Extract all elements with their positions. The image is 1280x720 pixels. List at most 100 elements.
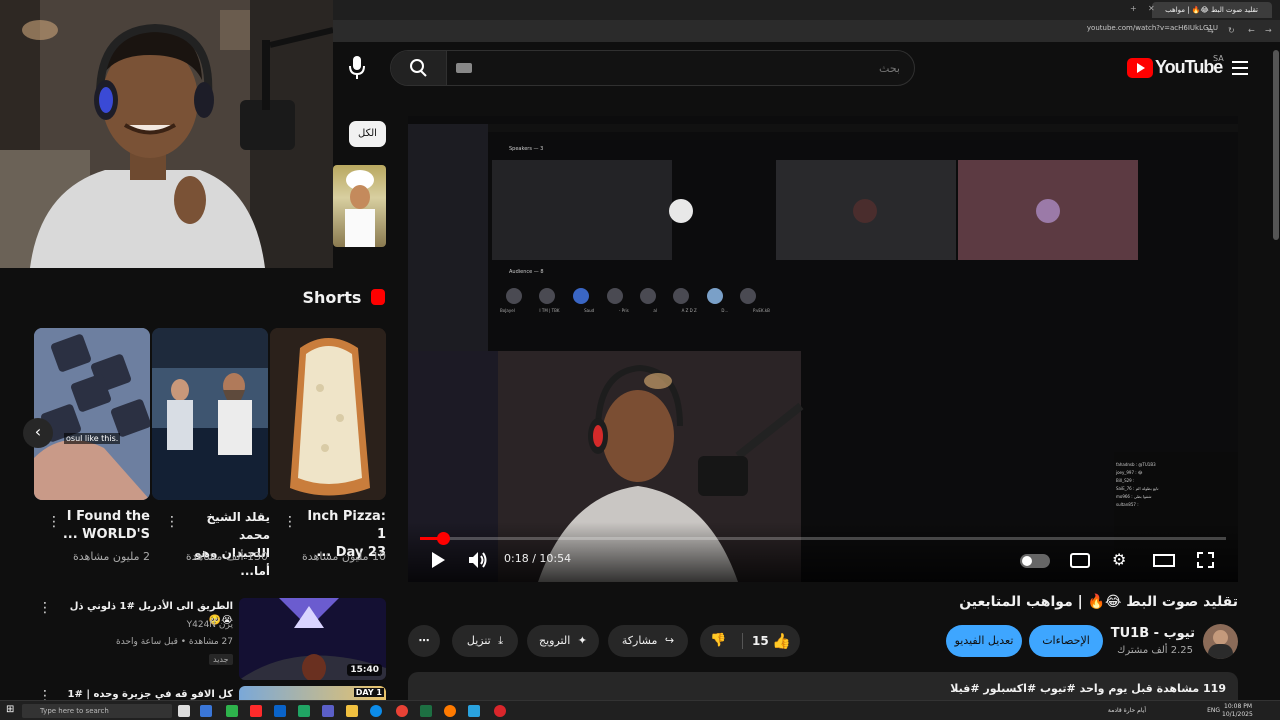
shorts-prev-button[interactable]: ‹ [23, 418, 53, 448]
channel-name[interactable]: تيوب - TU1B [1100, 626, 1195, 641]
sheets-icon[interactable] [298, 705, 310, 717]
recommendation-thumbnail[interactable] [333, 165, 386, 247]
short-views: 2 مليون مشاهدة [72, 550, 150, 563]
promote-button[interactable]: الترويج ✦ [527, 625, 599, 657]
weather-text[interactable]: أيام حارة قادمة [1096, 707, 1146, 715]
clock-date[interactable]: 10/1/2025 [1222, 711, 1253, 719]
audience-name: Saud [584, 308, 595, 313]
new-tab-icon[interactable]: + [1130, 4, 1137, 13]
copilot-icon[interactable] [200, 705, 212, 717]
share-button[interactable]: مشاركة ↪ [608, 625, 688, 657]
chrome-icon[interactable] [396, 705, 408, 717]
voice-search-icon[interactable] [345, 52, 369, 82]
task-view-icon[interactable] [178, 705, 190, 717]
youtube-logo-icon[interactable] [1127, 58, 1153, 78]
theater-mode-icon[interactable] [1153, 554, 1175, 567]
stats-button[interactable]: الإحصاءات [1029, 625, 1103, 657]
thumbs-down-icon[interactable]: 👎 [710, 625, 726, 657]
app-icon[interactable] [444, 705, 456, 717]
taskbar-search[interactable]: Type here to search [22, 704, 172, 718]
hamburger-menu-icon[interactable] [1232, 61, 1248, 75]
autoplay-toggle[interactable] [1020, 554, 1050, 568]
subscriber-count: 2.25 ألف مشترك [1117, 645, 1193, 656]
stream-chat: fahadnsb : @TU1B3 joey_997 : 😂 Bill_S29 … [1116, 461, 1236, 509]
excel-icon[interactable] [420, 705, 432, 717]
audience-label: Audience — 8 [509, 269, 544, 275]
volume-icon[interactable] [468, 551, 488, 569]
windows-start-icon[interactable]: ⊞ [6, 704, 18, 716]
progress-scrubber[interactable] [436, 532, 450, 545]
close-tab-icon[interactable]: ✕ [1148, 4, 1155, 13]
short-more-icon[interactable]: ⋮ [283, 514, 297, 530]
play-icon[interactable] [430, 551, 446, 569]
short-views: 10 مليون مشاهدة [301, 550, 386, 563]
more-actions-button[interactable]: ⋯ [408, 625, 440, 657]
edit-video-button[interactable]: تعديل الفيديو [946, 625, 1022, 657]
obs-icon[interactable] [494, 705, 506, 717]
youtube-header: YouTube SA [333, 42, 1280, 96]
search-box [390, 50, 915, 86]
short-more-icon[interactable]: ⋮ [47, 514, 61, 530]
telegram-icon[interactable] [468, 705, 480, 717]
forward-icon[interactable]: → [1265, 26, 1272, 35]
like-divider [742, 633, 743, 649]
short-title[interactable]: I Found the WORLD'S ... [60, 508, 150, 544]
short-title-line: Inch Pizza: 1 [307, 509, 386, 542]
region-code: SA [1213, 54, 1224, 63]
short-title[interactable]: يقلد الشيخ محمد اللحيدان وهو أما... [180, 508, 270, 580]
edge-icon[interactable] [370, 705, 382, 717]
browser-tab[interactable]: تقليد صوت البط 😂🔥 | مواهب [1152, 2, 1272, 18]
menu-icon[interactable]: ⇆ [1207, 26, 1214, 35]
chat-line: joey_997 : 😂 [1116, 470, 1143, 475]
scrollbar-thumb[interactable] [1273, 50, 1279, 240]
short-views: 130 ألف مشاهدة [185, 550, 268, 563]
file-explorer-icon[interactable] [346, 705, 358, 717]
video-title: تقليد صوت البط 😂🔥 | مواهب المتابعين [959, 594, 1238, 610]
chat-line: SaiE_76 : تابع بطولة الم [1116, 486, 1159, 491]
audience-names: BoJayel I TM | TBK Saud - Pris al A Z D … [500, 308, 770, 313]
language-indicator[interactable]: ENG [1200, 707, 1220, 715]
url-text[interactable]: youtube.com/watch?v=acH6IUkLG1U [1087, 24, 1218, 32]
video-player[interactable]: Speakers — 3 Audience — 8 BoJayel I TM |… [408, 116, 1238, 582]
share-label: مشاركة [621, 634, 658, 647]
streamer-webcam-image [0, 0, 333, 268]
search-button[interactable] [391, 51, 447, 85]
reload-icon[interactable]: ↻ [1228, 26, 1235, 35]
chat-line: fahadnsb : @TU1B3 [1116, 462, 1156, 467]
short-card[interactable] [270, 328, 386, 500]
recommendation-thumbnail[interactable]: 15:40 [239, 598, 386, 680]
more-horizontal-icon: ⋯ [418, 634, 430, 647]
short-card[interactable] [152, 328, 268, 500]
progress-bar[interactable] [420, 532, 1226, 545]
page-scrollbar[interactable] [1272, 42, 1280, 700]
subtitles-icon[interactable] [1070, 553, 1090, 568]
download-button[interactable]: تنزيل ⤓ [452, 625, 518, 657]
filter-chip-all[interactable]: الكل [349, 121, 386, 147]
audience-name: BoJayel [500, 308, 515, 313]
youtube-app-icon[interactable] [250, 705, 262, 717]
short-card[interactable]: osul like this. [34, 328, 150, 500]
fullscreen-icon[interactable] [1197, 552, 1214, 568]
back-icon[interactable]: ← [1248, 26, 1255, 35]
recommendation-channel[interactable]: يزن Y424N [58, 619, 233, 632]
settings-gear-icon[interactable]: ⚙ [1112, 551, 1130, 569]
webcam-overlay [0, 0, 333, 268]
chevron-left-icon: ‹ [34, 422, 42, 441]
short-title-line: WORLD'S ... [62, 527, 150, 542]
thumbs-up-icon[interactable]: 👍 [772, 625, 791, 657]
search-input[interactable] [480, 51, 900, 85]
store-icon[interactable] [226, 705, 238, 717]
keyboard-icon[interactable] [456, 63, 472, 73]
short-title-line: يقلد الشيخ محمد [206, 510, 270, 542]
short-more-icon[interactable]: ⋮ [165, 514, 179, 530]
chef-thumbnail-image [345, 170, 375, 247]
teams-icon[interactable] [322, 705, 334, 717]
video-frame [408, 116, 1238, 582]
taskbar-search-text: Type here to search [40, 707, 109, 715]
promote-label: الترويج [539, 634, 571, 647]
clock-time[interactable]: 10:08 PM [1222, 703, 1252, 711]
recommendation-more-icon[interactable]: ⋮ [38, 600, 52, 616]
outlook-icon[interactable] [274, 705, 286, 717]
channel-avatar[interactable] [1203, 624, 1238, 659]
download-icon: ⤓ [498, 634, 504, 647]
